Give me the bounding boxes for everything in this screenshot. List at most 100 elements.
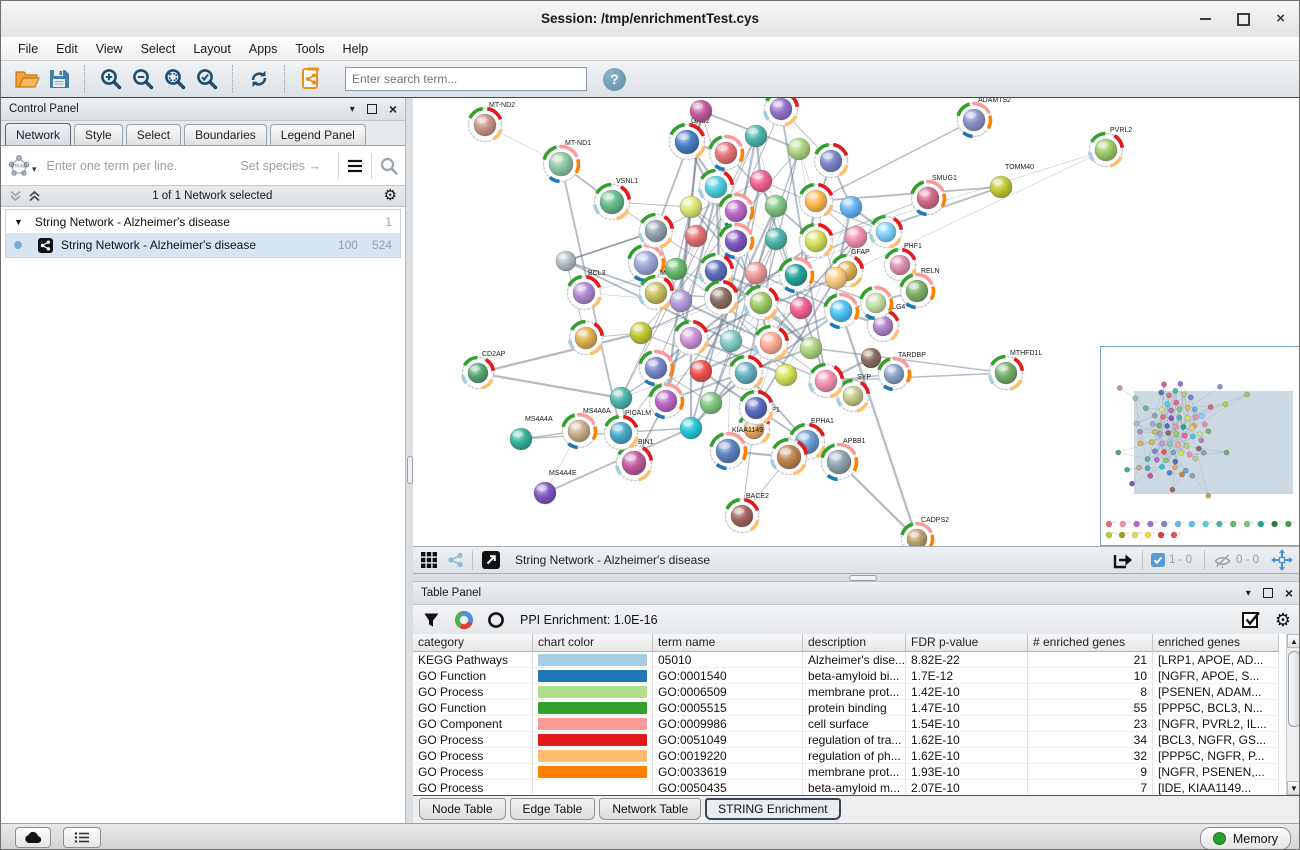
maximize-icon[interactable] <box>1237 13 1250 26</box>
scrollbar-thumb[interactable] <box>1288 651 1300 727</box>
cloud-button[interactable] <box>15 827 51 848</box>
chart-color-cell <box>533 732 653 748</box>
minimize-icon[interactable] <box>1200 18 1211 21</box>
refresh-button[interactable] <box>243 64 275 94</box>
close-icon[interactable]: × <box>1276 14 1285 24</box>
cell-description: regulation of ph... <box>803 748 906 764</box>
grid-view-icon[interactable] <box>421 552 437 568</box>
enrichment-row[interactable]: GO FunctionGO:0001540beta-amyloid bi...1… <box>413 668 1299 684</box>
collapse-panel-icon[interactable]: ▾ <box>350 104 355 115</box>
tab-style[interactable]: Style <box>74 124 123 145</box>
enrichment-row[interactable]: GO FunctionGO:0005515protein binding1.47… <box>413 700 1299 716</box>
enrichment-table: categorychart colorterm namedescriptionF… <box>413 634 1299 796</box>
menu-file[interactable]: File <box>9 39 47 59</box>
menu-edit[interactable]: Edit <box>47 39 87 59</box>
network-overview[interactable] <box>1100 346 1300 546</box>
column-header--enriched-genes[interactable]: # enriched genes <box>1028 634 1153 652</box>
float-panel-icon[interactable] <box>1263 588 1273 598</box>
tab-boundaries[interactable]: Boundaries <box>184 124 267 145</box>
menu-select[interactable]: Select <box>132 39 185 59</box>
task-list-icon <box>74 831 90 844</box>
column-header-enriched-genes[interactable]: enriched genes <box>1153 634 1279 652</box>
menu-view[interactable]: View <box>87 39 132 59</box>
cell-term-name: GO:0051049 <box>653 732 803 748</box>
export-network-icon[interactable] <box>1112 550 1134 570</box>
tab-network[interactable]: Network <box>5 123 71 145</box>
column-header-description[interactable]: description <box>803 634 906 652</box>
column-header-chart-color[interactable]: chart color <box>533 634 653 652</box>
tab-select[interactable]: Select <box>126 124 181 145</box>
close-panel-icon[interactable]: × <box>389 104 397 114</box>
share-view-icon[interactable] <box>447 552 464 568</box>
help-button[interactable]: ? <box>603 68 626 91</box>
zoom-out-button[interactable] <box>127 64 159 94</box>
enrichment-row[interactable]: GO ProcessGO:0051049regulation of tra...… <box>413 732 1299 748</box>
enrichment-row[interactable]: GO ProcessGO:0019220regulation of ph...1… <box>413 748 1299 764</box>
gear-icon[interactable]: ⚙ <box>384 189 397 203</box>
column-header-fdr-p-value[interactable]: FDR p-value <box>906 634 1028 652</box>
memory-status-dot <box>1213 832 1226 845</box>
collapse-icon[interactable]: ▼ <box>14 217 23 227</box>
zoom-fit-button[interactable] <box>159 64 191 94</box>
string-logo-icon[interactable]: STRING <box>7 154 31 178</box>
import-network-button[interactable] <box>295 64 327 94</box>
tab-string-enrichment[interactable]: STRING Enrichment <box>705 798 840 820</box>
string-query-input[interactable]: Enter one term per line. <box>37 159 241 173</box>
cell-enriched-genes: [PPP5C, NGFR, P... <box>1153 748 1279 764</box>
settings-gear-icon[interactable]: ⚙ <box>1275 613 1291 627</box>
ring-chart-icon[interactable] <box>486 610 506 630</box>
memory-button[interactable]: Memory <box>1200 827 1291 850</box>
tab-node-table[interactable]: Node Table <box>419 798 506 820</box>
menu-apps[interactable]: Apps <box>240 39 287 59</box>
select-rows-icon[interactable] <box>1241 610 1261 630</box>
zoom-selected-button[interactable] <box>191 64 223 94</box>
enrichment-row[interactable]: GO ProcessGO:0006509membrane prot...1.42… <box>413 684 1299 700</box>
tab-edge-table[interactable]: Edge Table <box>510 798 596 820</box>
zoom-in-button[interactable] <box>95 64 127 94</box>
horizontal-splitter[interactable] <box>413 574 1300 581</box>
search-input[interactable] <box>345 67 587 91</box>
enrichment-row[interactable]: GO ProcessGO:0050435beta-amyloid m...2.0… <box>413 780 1299 796</box>
task-list-button[interactable] <box>63 827 101 848</box>
enrichment-row[interactable]: GO ComponentGO:0009986cell surface1.54E-… <box>413 716 1299 732</box>
expand-all-icon[interactable] <box>28 190 41 202</box>
pie-chart-icon[interactable] <box>454 610 474 630</box>
network-canvas[interactable]: MT-ND2MT-ND1VSNL1GAB2ADAMTS2PVRL2TOMM40S… <box>413 98 1300 546</box>
svg-text:VSNL1: VSNL1 <box>616 178 638 185</box>
svg-text:MTHFD1L: MTHFD1L <box>1010 350 1042 357</box>
network-collection-row[interactable]: ▼ String Network - Alzheimer's disease 1 <box>6 210 400 233</box>
menu-layout[interactable]: Layout <box>184 39 240 59</box>
column-header-term-name[interactable]: term name <box>653 634 803 652</box>
table-panel-title: Table Panel <box>421 587 481 599</box>
enrichment-row[interactable]: KEGG Pathways05010Alzheimer's dise...8.8… <box>413 652 1299 668</box>
open-in-window-icon[interactable] <box>481 550 501 570</box>
table-scrollbar[interactable]: ▲ ▼ <box>1286 634 1300 795</box>
menu-icon[interactable] <box>346 158 364 174</box>
set-species-link[interactable]: Set species → <box>240 159 321 173</box>
collapse-panel-icon[interactable]: ▾ <box>1246 588 1251 599</box>
menu-tools[interactable]: Tools <box>286 39 333 59</box>
enrichment-row[interactable]: GO ProcessGO:0033619membrane prot...1.93… <box>413 764 1299 780</box>
cell-description: regulation of tra... <box>803 732 906 748</box>
float-panel-icon[interactable] <box>367 104 377 114</box>
column-header-category[interactable]: category <box>413 634 533 652</box>
tab-network-table[interactable]: Network Table <box>599 798 701 820</box>
tab-legend-panel[interactable]: Legend Panel <box>270 124 366 145</box>
scroll-up-icon[interactable]: ▲ <box>1287 634 1300 648</box>
collapse-all-icon[interactable] <box>9 190 22 202</box>
open-session-button[interactable] <box>11 64 43 94</box>
color-swatch <box>538 734 647 746</box>
network-tree: ▼ String Network - Alzheimer's disease 1… <box>5 209 401 258</box>
network-row-selected[interactable]: String Network - Alzheimer's disease 100… <box>6 233 400 257</box>
cell-enriched-genes: [LRP1, APOE, AD... <box>1153 652 1279 668</box>
search-icon[interactable] <box>379 156 399 176</box>
filter-icon[interactable] <box>423 612 440 628</box>
close-panel-icon[interactable]: × <box>1285 588 1293 598</box>
menu-help[interactable]: Help <box>334 39 378 59</box>
fit-selected-move-icon[interactable] <box>1271 549 1293 571</box>
scroll-down-icon[interactable]: ▼ <box>1287 781 1300 795</box>
save-session-button[interactable] <box>43 64 75 94</box>
svg-text:MS4A4E: MS4A4E <box>549 470 577 477</box>
cell--enriched-genes: 8 <box>1028 684 1153 700</box>
color-swatch <box>538 750 647 762</box>
